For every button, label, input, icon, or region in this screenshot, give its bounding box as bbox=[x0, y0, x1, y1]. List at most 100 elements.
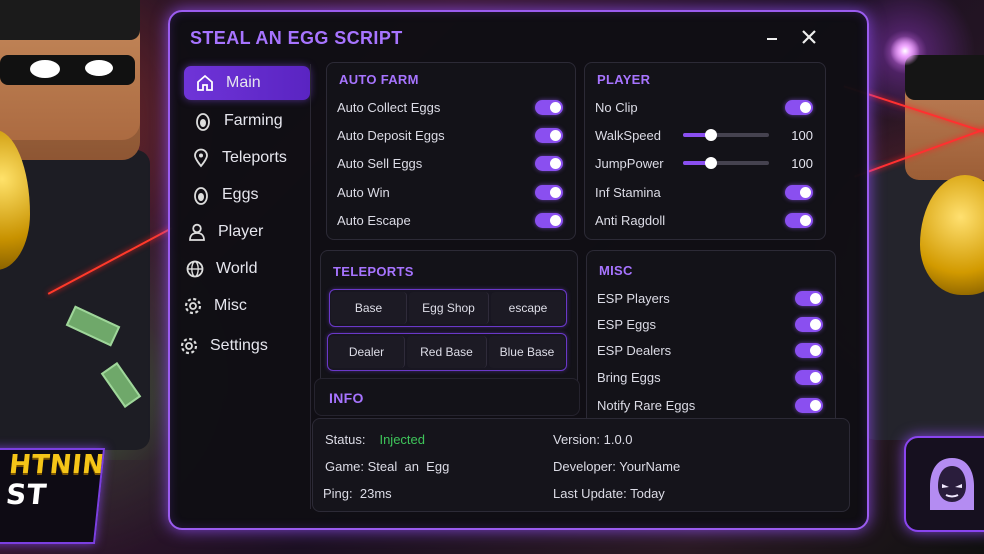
auto-escape-toggle[interactable] bbox=[535, 212, 563, 228]
bring-eggs-toggle[interactable] bbox=[795, 369, 823, 385]
close-button[interactable] bbox=[798, 26, 820, 48]
auto-farm-panel: AUTO FARM Auto Collect Eggs Auto Deposit… bbox=[326, 62, 576, 240]
anti-ragdoll-toggle[interactable] bbox=[785, 212, 813, 228]
minimize-icon bbox=[767, 38, 777, 40]
money-bill bbox=[65, 305, 121, 347]
promo-line-2: ST bbox=[4, 478, 49, 511]
player-title: PLAYER bbox=[597, 72, 651, 87]
sidebar-item-label: Player bbox=[218, 223, 264, 240]
hacker-avatar-badge bbox=[904, 436, 984, 532]
sidebar-item-label: Teleports bbox=[222, 149, 287, 166]
jumppower-slider-knob[interactable] bbox=[705, 157, 718, 169]
teleport-button-row-1: Base Egg Shop escape bbox=[329, 289, 567, 327]
auto-win-row: Auto Win bbox=[337, 181, 563, 203]
developer-label: Developer: bbox=[553, 459, 616, 474]
teleport-blue-base-button[interactable]: Blue Base bbox=[489, 336, 565, 368]
close-icon bbox=[802, 30, 816, 44]
teleport-dealer-button[interactable]: Dealer bbox=[329, 336, 405, 368]
notify-rare-eggs-toggle[interactable] bbox=[795, 397, 823, 413]
gear-icon bbox=[178, 335, 200, 357]
sidebar-item-teleports[interactable]: Teleports bbox=[184, 141, 310, 175]
sidebar-divider bbox=[310, 64, 311, 509]
auto-escape-label: Auto Escape bbox=[337, 212, 411, 228]
auto-sell-eggs-row: Auto Sell Eggs bbox=[337, 152, 563, 174]
teleport-red-base-button[interactable]: Red Base bbox=[407, 336, 487, 368]
sidebar-item-player[interactable]: Player bbox=[184, 215, 310, 249]
auto-deposit-eggs-label: Auto Deposit Eggs bbox=[337, 127, 445, 143]
gear-icon bbox=[182, 295, 204, 317]
walkspeed-row: WalkSpeed 100 bbox=[595, 124, 813, 146]
game-value: Steal an Egg bbox=[367, 459, 450, 474]
laser-beam bbox=[854, 124, 984, 178]
teleport-egg-shop-button[interactable]: Egg Shop bbox=[409, 292, 489, 324]
promo-banner: HTNING ST bbox=[0, 448, 106, 544]
info-title: INFO bbox=[329, 390, 364, 406]
info-panel: Status: Injected Game: Steal an Egg Ping:… bbox=[312, 418, 850, 512]
walkspeed-slider[interactable] bbox=[683, 129, 769, 141]
user-icon bbox=[186, 221, 208, 243]
jumppower-row: JumpPower 100 bbox=[595, 152, 813, 174]
esp-players-toggle[interactable] bbox=[795, 290, 823, 306]
window-title: STEAL AN EGG SCRIPT bbox=[190, 28, 403, 48]
background-character-right-hair bbox=[905, 55, 984, 100]
inf-stamina-toggle[interactable] bbox=[785, 184, 813, 200]
sidebar-item-settings[interactable]: Settings bbox=[178, 329, 310, 363]
sidebar-item-eggs[interactable]: Eggs bbox=[184, 178, 310, 212]
esp-eggs-toggle[interactable] bbox=[795, 316, 823, 332]
hooded-hacker-icon bbox=[930, 458, 974, 510]
jumppower-slider[interactable] bbox=[683, 157, 769, 169]
teleport-base-button[interactable]: Base bbox=[331, 292, 407, 324]
auto-collect-eggs-row: Auto Collect Eggs bbox=[337, 96, 563, 118]
script-window: STEAL AN EGG SCRIPT Main Farming Telepor… bbox=[168, 10, 869, 530]
no-clip-toggle[interactable] bbox=[785, 99, 813, 115]
golden-egg-left bbox=[0, 130, 30, 270]
status-value: Injected bbox=[379, 432, 426, 447]
background-grass bbox=[0, 300, 180, 460]
developer-value: YourName bbox=[619, 459, 681, 474]
sidebar-item-world[interactable]: World bbox=[184, 252, 310, 286]
golden-egg-right bbox=[920, 175, 984, 295]
teleports-panel: TELEPORTS Base Egg Shop escape Dealer Re… bbox=[320, 250, 578, 392]
promo-line-1: HTNING bbox=[7, 450, 106, 480]
last-update-line: Last Update: Today bbox=[553, 486, 665, 501]
misc-title: MISC bbox=[599, 263, 633, 278]
sidebar-item-label: Farming bbox=[224, 112, 283, 129]
no-clip-label: No Clip bbox=[595, 99, 638, 115]
background-character-left-mask bbox=[0, 55, 135, 85]
auto-win-toggle[interactable] bbox=[535, 184, 563, 200]
game-label: Game: bbox=[325, 459, 365, 474]
esp-dealers-toggle[interactable] bbox=[795, 342, 823, 358]
sidebar-nav: Main Farming Teleports Eggs Player World… bbox=[180, 66, 310, 366]
inf-stamina-label: Inf Stamina bbox=[595, 184, 661, 200]
game-line: Game: Steal an Egg bbox=[325, 459, 449, 474]
globe-icon bbox=[184, 258, 206, 280]
last-update-label: Last Update: bbox=[553, 486, 627, 501]
background-character-left-eye bbox=[30, 60, 60, 78]
sidebar-item-label: World bbox=[216, 260, 258, 277]
esp-dealers-label: ESP Dealers bbox=[597, 342, 672, 358]
sidebar-item-misc[interactable]: Misc bbox=[182, 289, 310, 323]
sidebar-item-main[interactable]: Main bbox=[184, 66, 310, 100]
auto-collect-eggs-toggle[interactable] bbox=[535, 99, 563, 115]
auto-sell-eggs-toggle[interactable] bbox=[535, 155, 563, 171]
sidebar-item-label: Misc bbox=[214, 297, 247, 314]
minimize-button[interactable] bbox=[761, 26, 783, 48]
no-clip-row: No Clip bbox=[595, 96, 813, 118]
auto-farm-title: AUTO FARM bbox=[339, 72, 419, 87]
auto-deposit-eggs-toggle[interactable] bbox=[535, 127, 563, 143]
sidebar-item-farming[interactable]: Farming bbox=[184, 104, 310, 138]
walkspeed-slider-knob[interactable] bbox=[705, 129, 718, 141]
sparkle-icon bbox=[890, 36, 920, 66]
version-value: 1.0.0 bbox=[603, 432, 633, 447]
sidebar-item-label: Main bbox=[226, 74, 261, 91]
home-icon bbox=[194, 72, 216, 94]
teleport-escape-button[interactable]: escape bbox=[491, 292, 565, 324]
sidebar-item-label: Settings bbox=[210, 337, 268, 354]
ping-label: Ping: bbox=[323, 486, 353, 501]
background-character-right-body bbox=[860, 160, 984, 440]
bring-eggs-label: Bring Eggs bbox=[597, 369, 661, 385]
walkspeed-value: 100 bbox=[791, 127, 813, 143]
version-line: Version: 1.0.0 bbox=[553, 432, 633, 447]
background-character-left-eye bbox=[85, 60, 113, 76]
esp-players-label: ESP Players bbox=[597, 290, 670, 306]
